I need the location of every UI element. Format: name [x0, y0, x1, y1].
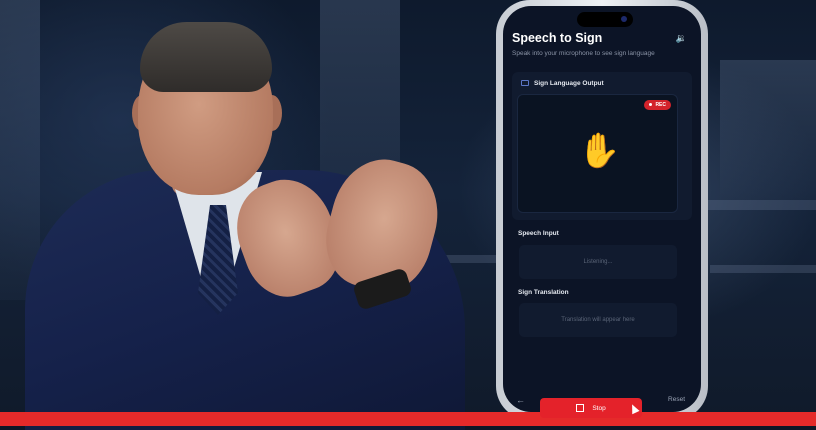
speech-input-status: Listening...	[583, 259, 613, 265]
smartphone: Speech to Sign Speak into your microphon…	[496, 0, 708, 420]
stop-square-icon	[576, 404, 585, 412]
rec-badge-text: REC	[655, 102, 666, 108]
app-subtitle: Speak into your microphone to see sign l…	[512, 50, 655, 57]
sign-video-area: REC ✋	[517, 94, 678, 213]
sign-output-card: Sign Language Output REC ✋	[512, 72, 692, 220]
speech-input-field: Listening...	[519, 245, 677, 279]
phone-screen: Speech to Sign Speak into your microphon…	[503, 6, 701, 412]
raised-hand-icon: ✋	[578, 132, 621, 170]
sign-translation-label: Sign Translation	[518, 289, 569, 296]
presenter	[0, 0, 500, 430]
app-title: Speech to Sign	[512, 31, 603, 45]
sign-translation-field: Translation will appear here	[519, 303, 677, 337]
front-camera	[621, 16, 627, 22]
back-arrow-icon[interactable]: ←	[516, 395, 525, 405]
reset-button[interactable]: Reset	[668, 396, 685, 403]
sign-output-heading: Sign Language Output	[521, 80, 604, 87]
stop-button-label: Stop	[592, 404, 606, 412]
background-window	[720, 60, 816, 200]
presenter-hair	[140, 22, 272, 92]
sign-output-heading-text: Sign Language Output	[534, 80, 604, 87]
red-banner	[0, 412, 816, 426]
speaker-icon[interactable]: 🔉	[676, 33, 687, 44]
speech-input-label: Speech Input	[518, 230, 559, 237]
background-beam	[700, 200, 816, 210]
rec-badge: REC	[644, 100, 671, 110]
sign-translation-placeholder: Translation will appear here	[561, 317, 635, 323]
stop-button[interactable]: Stop	[540, 398, 642, 418]
video-camera-icon	[521, 80, 529, 87]
rec-dot-icon	[649, 103, 653, 107]
background-beam	[710, 265, 816, 273]
